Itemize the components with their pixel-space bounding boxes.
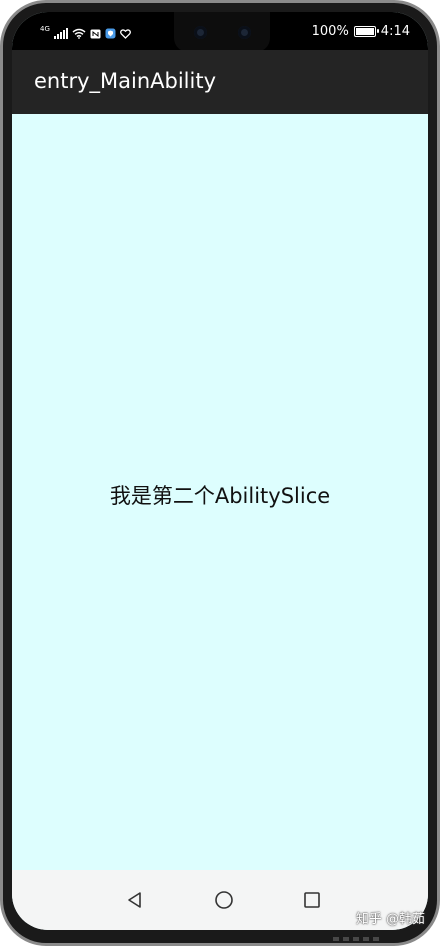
main-content: 我是第二个AbilitySlice [12,114,428,870]
battery-charging-icon [353,26,379,37]
recent-apps-icon [304,892,320,908]
back-icon [128,892,141,908]
front-sensor-icon [238,26,251,39]
shield-icon [105,24,116,43]
home-icon [215,891,233,909]
battery-level [355,28,374,35]
heart-icon [119,24,131,43]
home-button[interactable] [206,882,242,918]
signal-type-label: 4G [40,25,50,33]
nfc-icon [90,24,101,43]
front-camera-icon [194,26,207,39]
screen: 4G 100% 4:14 entry_MainAbility 我是第二个Abil… [12,12,428,930]
status-left: 4G [40,26,131,40]
slice-message: 我是第二个AbilitySlice [109,484,331,508]
back-button[interactable] [117,882,153,918]
phone-frame: 4G 100% 4:14 entry_MainAbility 我是第二个Abil… [0,0,440,946]
recent-apps-button[interactable] [294,882,330,918]
speaker-grille [333,937,383,941]
status-right: 100% 4:14 [312,24,410,39]
camera-notch [174,12,270,52]
wifi-icon [72,24,86,43]
signal-icon [53,27,68,39]
app-title: entry_MainAbility [34,69,217,93]
status-bar: 4G 100% 4:14 [12,12,428,52]
clock: 4:14 [380,24,410,39]
watermark: 知乎 @韩茹 [355,912,425,927]
app-bar: entry_MainAbility [12,50,428,114]
battery-percentage: 100% [311,24,349,39]
